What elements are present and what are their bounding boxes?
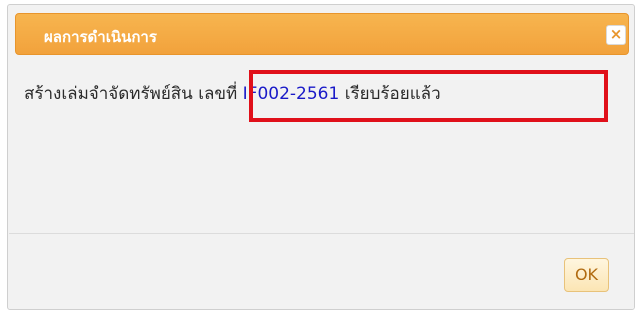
dialog-content: สร้างเล่มจำจัดทรัพย์สิน เลขที่ IF002-256… xyxy=(9,58,634,233)
message-prefix: สร้างเล่มจำจัดทรัพย์สิน เลขที่ xyxy=(24,84,243,104)
ok-button[interactable]: OK xyxy=(564,258,609,292)
close-icon[interactable]: × xyxy=(606,25,626,45)
dialog-title: ผลการดำเนินการ xyxy=(44,28,157,46)
result-dialog: ผลการดำเนินการ × สร้างเล่มจำจัดทรัพย์สิน… xyxy=(7,4,635,310)
dialog-footer: OK xyxy=(9,233,634,309)
dialog-titlebar[interactable]: ผลการดำเนินการ × xyxy=(15,13,629,55)
highlight-annotation-box xyxy=(249,70,608,122)
